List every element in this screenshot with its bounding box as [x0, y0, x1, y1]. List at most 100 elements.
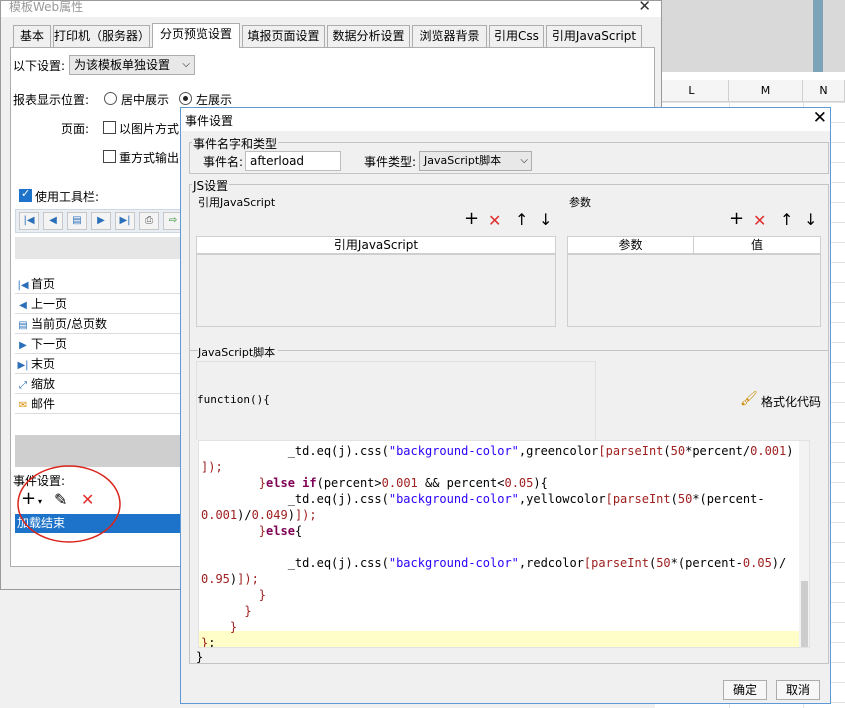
code-scrollbar-thumb[interactable] [801, 581, 808, 647]
param-column-header[interactable]: 参数 [567, 236, 694, 254]
code-scrollbar[interactable] [799, 441, 809, 647]
toolbar-list-item-label: 缩放 [31, 377, 56, 391]
radio-center-label: 居中展示 [121, 93, 170, 107]
code-line: }; [201, 636, 216, 648]
next-page-icon: ▶ [19, 340, 27, 351]
tab-printer[interactable]: 打印机（服务器） [53, 25, 150, 47]
event-name-label: 事件名: [203, 155, 244, 169]
value-column-header[interactable]: 值 [693, 236, 821, 254]
delete-ref-icon[interactable]: ✕ [488, 213, 501, 229]
code-line: } [201, 604, 252, 618]
code-line: } [201, 620, 238, 634]
event-settings-dialog: 事件设置 ✕ 事件名字和类型 事件名: afterload 事件类型: Java… [180, 107, 831, 704]
checkbox-use-toolbar[interactable] [19, 187, 32, 202]
toolbar-list-item-label: 末页 [31, 357, 56, 371]
checkbox-redo-output[interactable] [103, 150, 116, 163]
function-header: function(){ [197, 393, 270, 406]
code-line: 0.001)/0.049)]); [201, 508, 317, 522]
page-label: 页面: [61, 122, 90, 136]
toolbar-list-item[interactable]: ✉ 邮件 [15, 394, 182, 414]
toolbar-list-item[interactable]: ▶| 末页 [15, 354, 182, 374]
toolbar-preview: |◀ ◀ ▤ ▶ ▶| ⎙ ⇨ [15, 209, 183, 233]
add-param-icon[interactable]: + [729, 210, 744, 228]
toolbar-list-item[interactable]: ▤ 当前页/总页数 [15, 314, 182, 334]
prev-page-icon[interactable]: ◀ [43, 212, 63, 230]
zoom-icon: ⤢ [19, 380, 27, 391]
toolbar-list-item-label: 上一页 [31, 297, 68, 311]
toolbar-list-item-label: 下一页 [31, 337, 68, 351]
toolbar-list-item-label: 首页 [31, 277, 56, 291]
move-down-ref-icon[interactable]: ↓ [539, 212, 552, 228]
settings-select-value: 为该模板单独设置 [74, 58, 171, 72]
toolbar-preview-band [15, 237, 182, 259]
code-line: }else if(percent>0.001 && percent<0.05){ [201, 476, 548, 490]
cancel-button[interactable]: 取消 [776, 680, 820, 700]
checkbox-redo-output-label: 重方式输出 [119, 151, 180, 165]
delete-param-icon[interactable]: ✕ [753, 213, 766, 229]
radio-left-label: 左展示 [196, 93, 233, 107]
column-header-m[interactable]: M [729, 80, 803, 102]
settings-select[interactable]: 为该模板单独设置 ⌵ [69, 55, 195, 75]
code-line: }else{ [201, 524, 303, 538]
move-up-ref-icon[interactable]: ↑ [515, 212, 528, 228]
page-count-icon[interactable]: ▤ [67, 212, 87, 230]
toolbar-list-item-label: 当前页/总页数 [31, 317, 108, 331]
event-type-select[interactable]: JavaScript脚本 ⌵ [419, 151, 532, 171]
tab-ref-javascript[interactable]: 引用JavaScript [546, 25, 642, 47]
main-close-icon[interactable]: ✕ [638, 0, 651, 15]
ok-button[interactable]: 确定 [723, 680, 767, 700]
print-icon[interactable]: ⎙ [139, 212, 159, 230]
format-code-icon[interactable]: 🖌 [740, 391, 758, 407]
ref-js-label: 引用JavaScript [198, 196, 276, 209]
tab-basic[interactable]: 基本 [13, 25, 51, 47]
column-header-l[interactable]: L [655, 80, 729, 102]
event-close-icon[interactable]: ✕ [813, 108, 827, 128]
tab-pagination-preview[interactable]: 分页预览设置 [152, 23, 240, 48]
move-up-param-icon[interactable]: ↑ [780, 212, 793, 228]
checkbox-image-mode[interactable] [103, 121, 116, 134]
chevron-down-icon: ⌵ [520, 155, 528, 166]
name-type-group-title: 事件名字和类型 [192, 135, 279, 152]
code-line: 0.95)]); [201, 572, 259, 586]
page-count-icon: ▤ [18, 320, 28, 331]
tab-browser-background[interactable]: 浏览器背景 [412, 25, 487, 47]
params-table[interactable] [567, 254, 821, 327]
sheet-blue-bar [813, 0, 823, 72]
ref-js-column-header[interactable]: 引用JavaScript [196, 236, 556, 254]
code-editor[interactable]: _td.eq(j).css("background-color",greenco… [198, 440, 810, 648]
mail-icon: ✉ [18, 400, 28, 411]
tab-ref-css[interactable]: 引用Css [489, 25, 544, 47]
toolbar-list-item[interactable]: |◀ 首页 [15, 274, 182, 294]
main-dialog-title: 模板Web属性 [9, 0, 84, 14]
toolbar-list-item[interactable]: ◀ 上一页 [15, 294, 182, 314]
params-label: 参数 [569, 196, 591, 209]
event-type-label: 事件类型: [364, 155, 417, 169]
toolbar-list-item[interactable]: ▶ 下一页 [15, 334, 182, 354]
tab-data-analysis[interactable]: 数据分析设置 [327, 25, 410, 47]
last-page-icon: ▶| [17, 360, 29, 371]
last-page-icon[interactable]: ▶| [115, 212, 135, 230]
radio-left[interactable] [179, 92, 192, 105]
add-ref-icon[interactable]: + [464, 210, 479, 228]
event-name-input[interactable]: afterload [245, 151, 341, 171]
first-page-icon: |◀ [17, 280, 29, 291]
ref-js-table[interactable] [196, 254, 556, 327]
code-line: _td.eq(j).css("background-color",yellowc… [201, 492, 765, 506]
script-label: JavaScript脚本 [198, 344, 279, 360]
toolbar-list-item[interactable]: ⤢ 缩放 [15, 374, 182, 394]
script-divider [189, 350, 829, 351]
format-code-label[interactable]: 格式化代码 [761, 393, 821, 410]
code-line: _td.eq(j).css("background-color",greenco… [201, 444, 794, 458]
next-page-icon[interactable]: ▶ [91, 212, 111, 230]
tab-fill-page[interactable]: 填报页面设置 [242, 25, 325, 47]
prev-page-icon: ◀ [19, 300, 27, 311]
toolbar-list-item-label: 邮件 [31, 397, 56, 411]
column-header-n[interactable]: N [803, 80, 845, 102]
code-line: _td.eq(j).css("background-color",redcolo… [201, 556, 787, 570]
first-page-icon[interactable]: |◀ [19, 212, 39, 230]
event-titlebar: 事件设置 ✕ [181, 108, 830, 131]
radio-center[interactable] [104, 92, 117, 105]
event-dialog-title: 事件设置 [185, 114, 234, 128]
checkbox-image-mode-label: 以图片方式 [119, 122, 180, 136]
move-down-param-icon[interactable]: ↓ [804, 212, 817, 228]
